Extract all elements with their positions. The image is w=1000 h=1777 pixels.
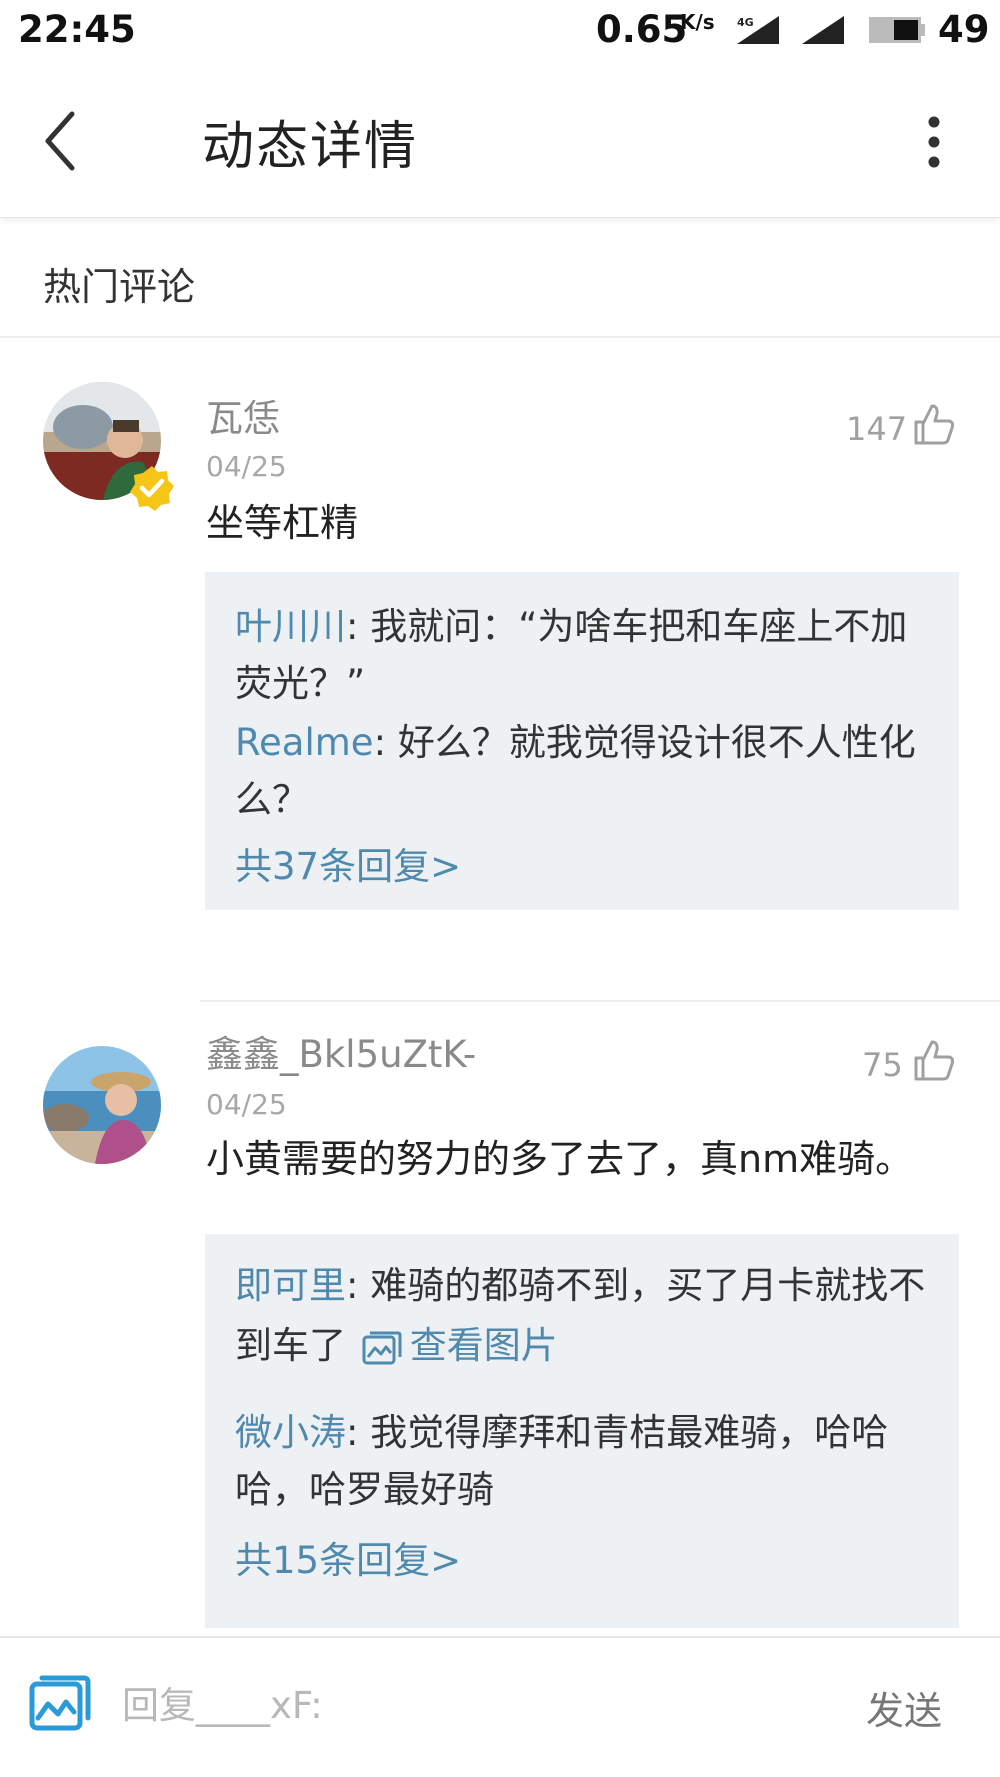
reply-input[interactable] [122, 1680, 722, 1730]
reply-separator: : [346, 1411, 371, 1454]
view-image-link[interactable]: 查看图片 [410, 1324, 558, 1367]
like-count: 75 [862, 1046, 903, 1084]
verified-badge-icon [130, 466, 174, 511]
comment-date: 04/25 [206, 1088, 287, 1121]
back-arrow-icon[interactable] [38, 106, 88, 176]
reply-bar: 发送 [0, 1636, 1000, 1777]
avatar-photo-icon [43, 1046, 161, 1164]
reply-separator: : [346, 605, 371, 648]
reply-author[interactable]: 微小涛 [235, 1411, 346, 1454]
reply-preview-box[interactable]: 叶川川: 我就问：“为啥车把和车座上不加荧光？” Realme: 好么？就我觉得… [205, 572, 959, 910]
reply-author[interactable]: Realme [235, 721, 374, 764]
cell-signal-icon [802, 16, 844, 44]
reply-item: 微小涛: 我觉得摩拜和青桔最难骑，哈哈哈，哈罗最好骑 [235, 1404, 935, 1518]
status-bar: 22:45 0.65 K/s 4G 49 [0, 0, 1000, 64]
view-all-replies-link[interactable]: 共15条回复> [235, 1530, 461, 1584]
comment-author[interactable]: 鑫鑫_Bkl5uZtK- [206, 1024, 476, 1078]
battery-icon [869, 17, 925, 43]
svg-text:4G: 4G [737, 16, 754, 29]
image-icon[interactable] [362, 1331, 402, 1365]
status-net-speed-unit: K/s [680, 10, 715, 34]
status-time: 22:45 [18, 8, 136, 51]
send-button[interactable]: 发送 [866, 1680, 942, 1735]
like-count: 147 [846, 410, 908, 448]
reply-author[interactable]: 即可里 [235, 1264, 346, 1307]
comment-author[interactable]: 瓦恁 [206, 388, 280, 442]
comment-item: 鑫鑫_Bkl5uZtK- 04/25 75 小黄需要的努力的多了去了，真nm难骑… [0, 1002, 1000, 1638]
reply-separator: : [346, 1264, 371, 1307]
thumbs-up-icon[interactable] [912, 1038, 956, 1082]
comment-content: 小黄需要的努力的多了去了，真nm难骑。 [206, 1137, 914, 1181]
status-net-speed: 0.65 [596, 8, 688, 51]
comment-item: 瓦恁 04/25 147 坐等杠精 叶川川: 我就问：“为啥车把和车座上不加荧光… [0, 338, 1000, 998]
section-title: 热门评论 [43, 265, 196, 309]
comment-date: 04/25 [206, 450, 287, 483]
app-header: 动态详情 [0, 64, 1000, 218]
insert-image-icon[interactable] [28, 1674, 92, 1734]
view-all-replies-link[interactable]: 共37条回复> [235, 836, 461, 890]
reply-separator: : [373, 721, 398, 764]
comment-content: 坐等杠精 [206, 501, 359, 545]
more-options-icon[interactable] [920, 112, 948, 172]
hot-comments-section: 热门评论 [0, 228, 1000, 338]
reply-preview-box[interactable]: 即可里: 难骑的都骑不到，买了月卡就找不到车了 查看图片 微小涛: 我觉得摩拜和… [205, 1234, 959, 1628]
battery-level: 49 [938, 8, 990, 51]
page-title: 动态详情 [202, 117, 419, 177]
reply-item: 即可里: 难骑的都骑不到，买了月卡就找不到车了 查看图片 [235, 1256, 935, 1376]
4g-signal-icon: 4G [737, 16, 779, 44]
thumbs-up-icon[interactable] [912, 402, 956, 446]
reply-item: 叶川川: 我就问：“为啥车把和车座上不加荧光？” [235, 598, 935, 712]
reply-item: Realme: 好么？就我觉得设计很不人性化么？ [235, 714, 935, 828]
avatar[interactable] [43, 1046, 161, 1164]
reply-author[interactable]: 叶川川 [235, 605, 346, 648]
